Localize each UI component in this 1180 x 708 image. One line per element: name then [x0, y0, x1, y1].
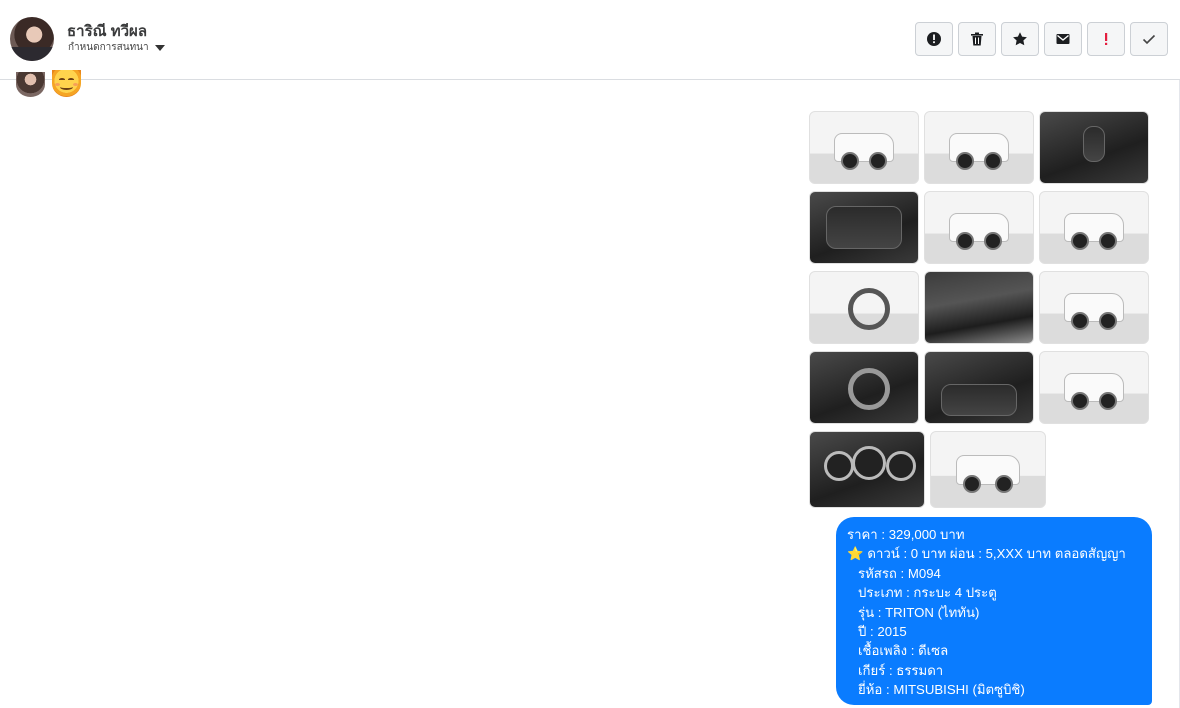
seat-shape — [826, 206, 902, 249]
delete-button[interactable] — [958, 22, 996, 56]
emoji-eye — [68, 78, 74, 81]
car-type-line: ประเภท : กระบะ 4 ประตู — [858, 585, 997, 601]
truck-shape — [833, 133, 895, 171]
header-actions — [915, 22, 1168, 56]
photo-car-side[interactable] — [1039, 271, 1149, 344]
star-emoji-icon: ⭐ — [847, 546, 864, 562]
photo-row — [809, 111, 1151, 184]
photo-rear-seats[interactable] — [809, 191, 919, 264]
photo-car-front-left-2[interactable] — [1039, 191, 1149, 264]
mark-unread-button[interactable] — [1044, 22, 1082, 56]
exclamation-icon — [1105, 33, 1108, 45]
truck-shape — [956, 454, 1020, 493]
emoji-mouth — [60, 84, 73, 90]
truck-shape — [1063, 213, 1125, 251]
down-payment-text: ดาวน์ : 0 บาท ผ่อน : 5,XXX บาท ตลอดสัญญา — [867, 546, 1126, 562]
price-line: ราคา : 329,000 บาท — [847, 527, 965, 542]
gauge-shape — [886, 450, 916, 481]
important-button[interactable] — [1087, 22, 1125, 56]
conversation-header: ธาริณี ทวีผล กำหนดการสนทนา — [0, 0, 1180, 80]
envelope-icon — [1056, 34, 1070, 44]
photo-row — [809, 191, 1151, 264]
report-spam-button[interactable] — [915, 22, 953, 56]
mark-done-button[interactable] — [1130, 22, 1168, 56]
truck-shape — [948, 133, 1010, 171]
photo-dashboard[interactable] — [809, 351, 919, 424]
checkmark-icon — [1142, 34, 1156, 45]
photo-row — [809, 351, 1151, 424]
star-button[interactable] — [1001, 22, 1039, 56]
photo-gear-shifter[interactable] — [1039, 111, 1149, 184]
car-info-message[interactable]: ราคา : 329,000 บาท ⭐ ดาวน์ : 0 บาท ผ่อน :… — [836, 517, 1152, 705]
steering-wheel-shape — [847, 367, 890, 410]
shifter-shape — [1083, 126, 1105, 162]
console-shape — [941, 383, 1017, 416]
photo-car-side-wheel[interactable] — [809, 271, 919, 344]
smiling-face-emoji-icon — [52, 70, 81, 97]
photo-row — [809, 431, 1151, 508]
truck-shape — [1063, 293, 1125, 331]
photo-dashboard-center[interactable] — [924, 351, 1034, 424]
car-code-line: รหัสรถ : M094 — [858, 565, 941, 581]
emoji-eye — [59, 78, 65, 81]
conversation-settings-dropdown[interactable]: กำหนดการสนทนา — [68, 40, 165, 55]
trash-icon — [971, 32, 983, 46]
fuel-line: เชื้อเพลิง : ดีเซล — [858, 643, 949, 659]
brand-line: ยี่ห้อ : MITSUBISHI (มิตซูบิชิ) — [858, 682, 1025, 698]
photo-engine-bay[interactable] — [924, 271, 1034, 344]
contact-avatar[interactable] — [10, 17, 54, 61]
photo-car-rear[interactable] — [924, 111, 1034, 184]
photo-row — [809, 271, 1151, 344]
photo-instrument-cluster[interactable] — [809, 431, 925, 508]
star-icon — [1013, 32, 1027, 46]
photo-car-rear-2[interactable] — [930, 431, 1046, 508]
truck-shape — [1063, 373, 1125, 411]
photo-car-front-left[interactable] — [809, 111, 919, 184]
emoji-cheek — [73, 83, 78, 86]
car-model-line: รุ่น : TRITON (ไททัน) — [858, 604, 980, 620]
caret-down-icon — [154, 45, 165, 51]
wheel-shape — [847, 287, 890, 330]
truck-shape — [948, 213, 1010, 251]
down-payment-line: ⭐ ดาวน์ : 0 บาท ผ่อน : 5,XXX บาท ตลอดสัญญ… — [847, 544, 1142, 563]
photo-album — [809, 111, 1151, 515]
photo-car-front[interactable] — [924, 191, 1034, 264]
conversation-settings-label: กำหนดการสนทนา — [68, 42, 149, 53]
car-year-line: ปี : 2015 — [858, 624, 907, 640]
gauge-shape — [824, 450, 854, 481]
gear-line: เกียร์ : ธรรมดา — [858, 662, 944, 678]
photo-car-front-3[interactable] — [1039, 351, 1149, 424]
alert-circle-icon — [927, 32, 941, 46]
gauge-shape — [852, 445, 886, 480]
sender-avatar[interactable] — [16, 72, 45, 97]
